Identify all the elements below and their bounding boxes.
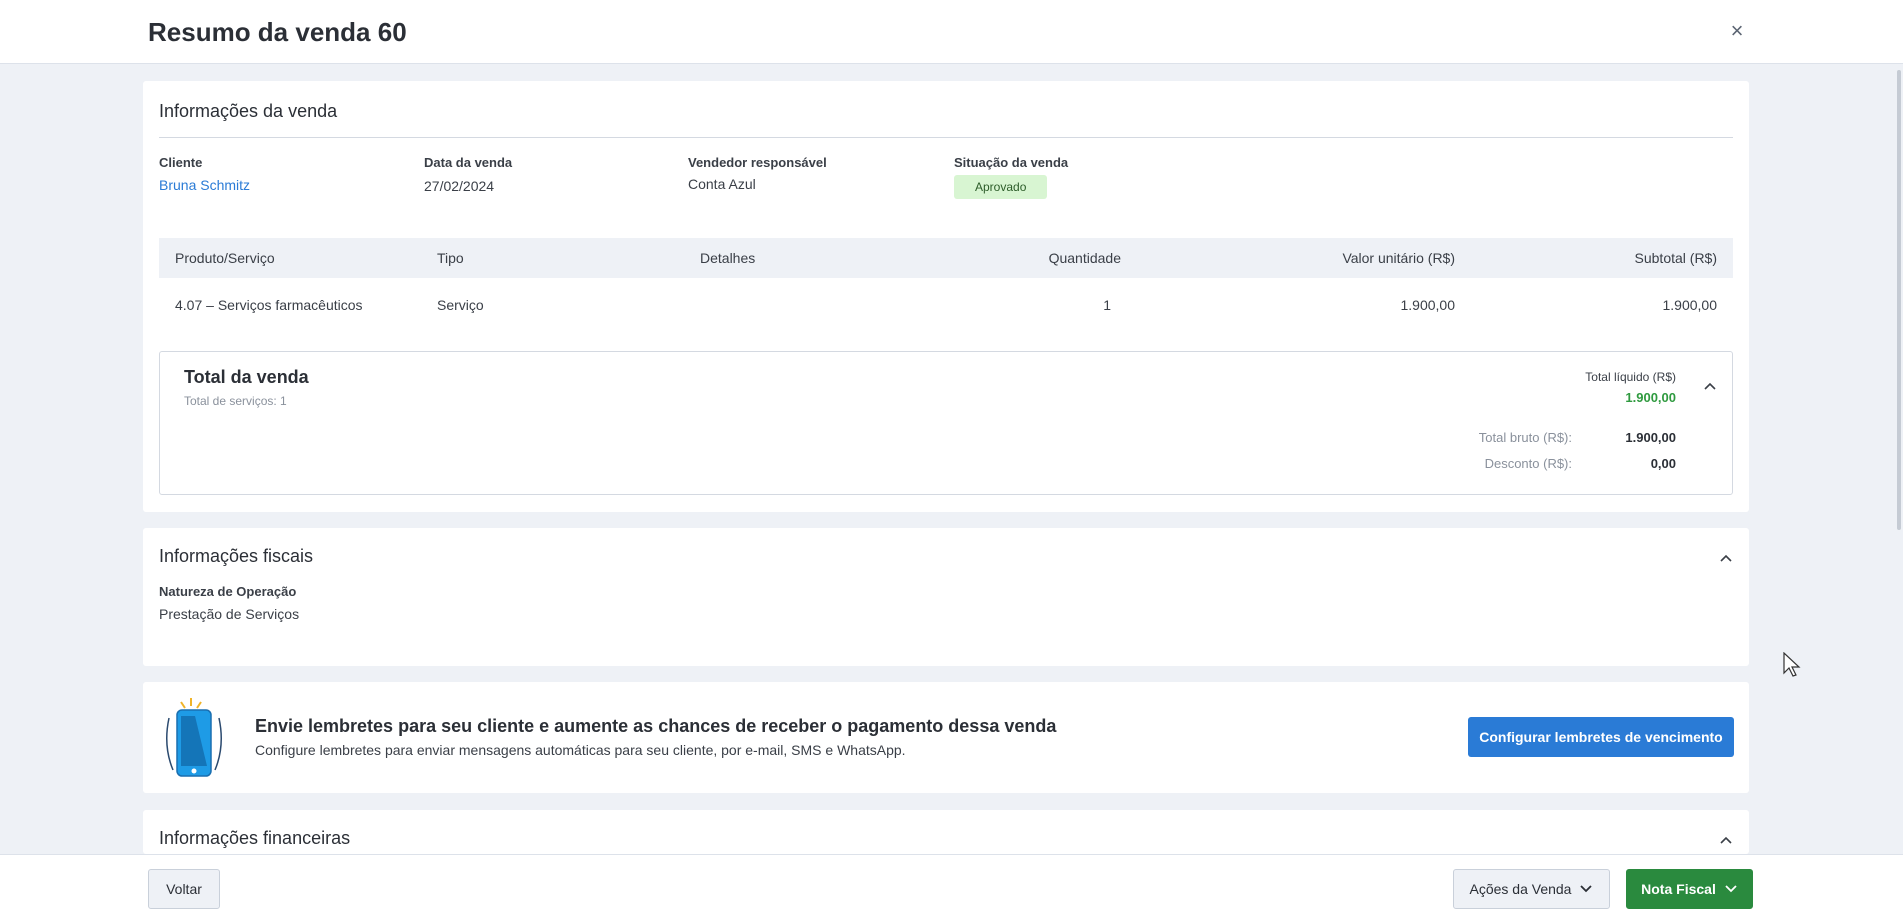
- modal-header: Resumo da venda 60 ×: [0, 0, 1903, 64]
- discount-value: 0,00: [1650, 456, 1676, 471]
- chevron-up-icon[interactable]: [1719, 832, 1733, 848]
- footer-bar: Voltar Ações da Venda Nota Fiscal: [0, 854, 1903, 917]
- items-table-header: Produto/Serviço Tipo Detalhes Quantidade…: [159, 238, 1733, 278]
- invoice-button[interactable]: Nota Fiscal: [1626, 869, 1753, 909]
- row-unit-value: 1.900,00: [1400, 297, 1456, 313]
- net-total-value: 1.900,00: [1625, 390, 1676, 405]
- operation-nature-value: Prestação de Serviços: [159, 606, 300, 622]
- net-total-label: Total líquido (R$): [1585, 370, 1676, 384]
- divider: [159, 137, 1733, 138]
- total-title: Total da venda: [184, 367, 309, 387]
- back-button[interactable]: Voltar: [148, 869, 220, 909]
- sale-actions-button[interactable]: Ações da Venda: [1453, 869, 1610, 909]
- col-subtotal: Subtotal (R$): [1634, 250, 1717, 266]
- status-badge: Aprovado: [954, 175, 1048, 199]
- chevron-down-icon: [1724, 871, 1738, 909]
- col-quantity: Quantidade: [1048, 250, 1121, 266]
- page-title: Resumo da venda 60: [148, 17, 407, 47]
- reminders-title: Envie lembretes para seu cliente e aumen…: [255, 716, 1057, 736]
- fiscal-info-card: Informações fiscais Natureza de Operação…: [143, 528, 1749, 666]
- close-icon[interactable]: ×: [1724, 18, 1750, 44]
- sale-info-title: Informações da venda: [159, 101, 338, 121]
- client-link[interactable]: Bruna Schmitz: [159, 177, 250, 193]
- discount-label: Desconto (R$):: [1484, 456, 1572, 471]
- col-details: Detalhes: [700, 250, 756, 266]
- fiscal-info-title: Informações fiscais: [159, 546, 314, 566]
- row-type: Serviço: [437, 297, 484, 313]
- mouse-cursor-icon: [1783, 651, 1801, 678]
- client-label: Cliente: [159, 155, 203, 170]
- col-unit-value: Valor unitário (R$): [1342, 250, 1455, 266]
- status-label: Situação da venda: [954, 155, 1069, 170]
- row-product: 4.07 – Serviços farmacêuticos: [175, 297, 363, 313]
- sale-info-card: Informações da venda Cliente Bruna Schmi…: [143, 81, 1749, 512]
- row-subtotal: 1.900,00: [1662, 297, 1718, 313]
- invoice-label: Nota Fiscal: [1641, 881, 1716, 897]
- col-product: Produto/Serviço: [175, 250, 275, 266]
- row-quantity: 1: [1103, 297, 1111, 313]
- seller-value: Conta Azul: [688, 176, 756, 192]
- chevron-down-icon: [1579, 871, 1593, 909]
- operation-nature-label: Natureza de Operação: [159, 584, 297, 599]
- scrollbar-thumb[interactable]: [1897, 70, 1901, 530]
- sale-actions-label: Ações da Venda: [1469, 881, 1572, 897]
- phone-reminder-icon: [161, 696, 231, 780]
- sale-date-value: 27/02/2024: [424, 178, 495, 194]
- sale-date-label: Data da venda: [424, 155, 513, 170]
- chevron-up-icon[interactable]: [1703, 378, 1717, 394]
- total-subtitle: Total de serviços: 1: [184, 394, 287, 408]
- financial-info-title: Informações financeiras: [159, 828, 351, 848]
- seller-label: Vendedor responsável: [688, 155, 827, 170]
- financial-info-card: Informações financeiras: [143, 810, 1749, 854]
- gross-total-label: Total bruto (R$):: [1478, 430, 1572, 445]
- configure-reminders-button[interactable]: Configurar lembretes de vencimento: [1468, 717, 1734, 757]
- sale-total-box: Total da venda Total de serviços: 1 Tota…: [159, 351, 1733, 495]
- gross-total-value: 1.900,00: [1625, 430, 1676, 445]
- reminders-subtitle: Configure lembretes para enviar mensagen…: [255, 742, 906, 758]
- chevron-up-icon[interactable]: [1719, 550, 1733, 566]
- reminders-promo-card: Envie lembretes para seu cliente e aumen…: [143, 682, 1749, 793]
- col-type: Tipo: [437, 250, 464, 266]
